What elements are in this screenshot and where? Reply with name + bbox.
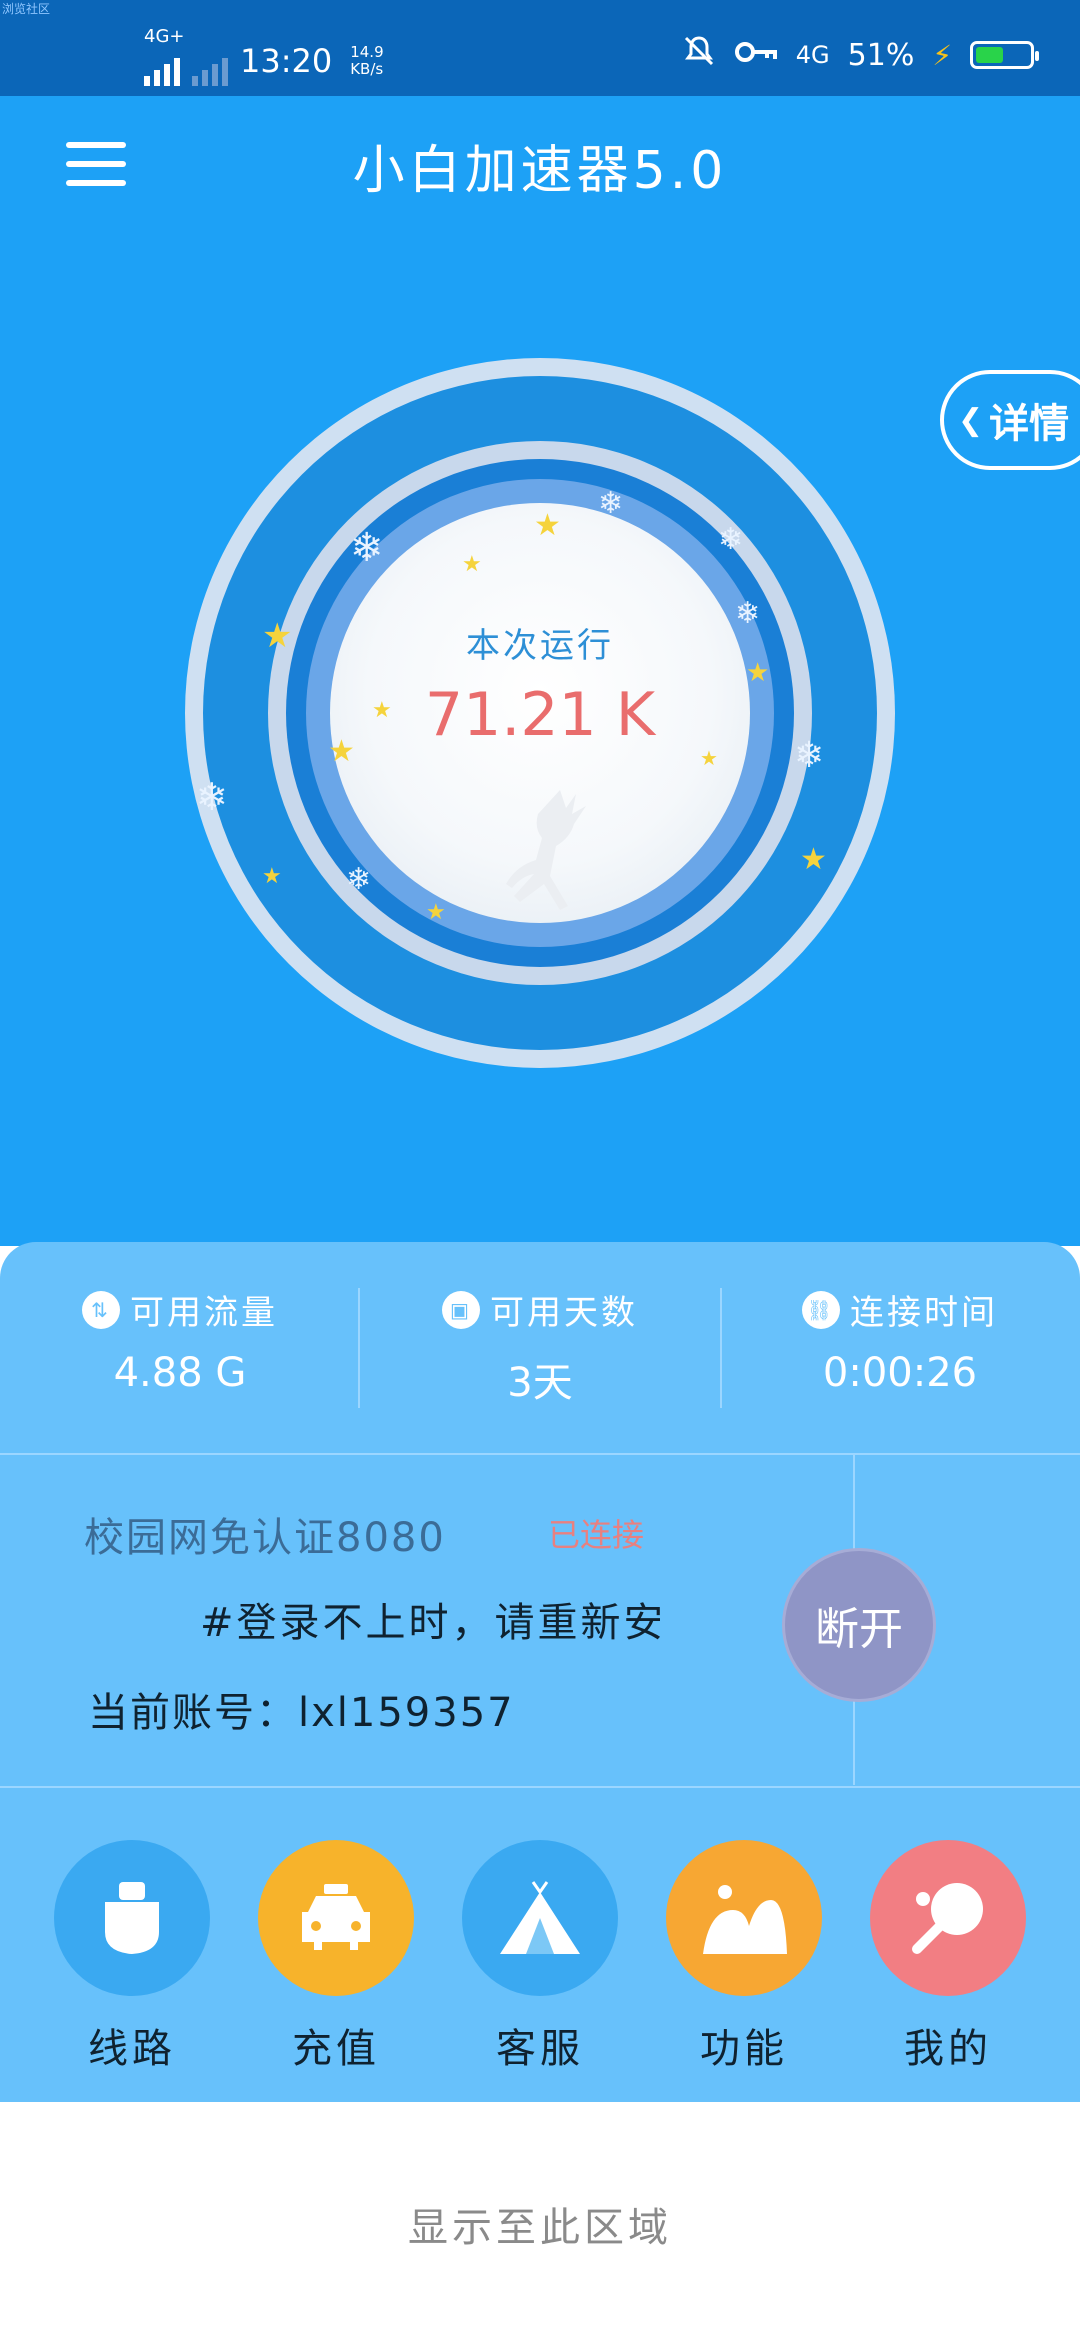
account-label: 当前账号： (88, 1690, 298, 1736)
mountain-icon (666, 1840, 822, 1996)
snowflake-icon: ❄ (350, 525, 384, 571)
network-speed: 14.9 KB/s (350, 43, 384, 78)
stat-traffic: ⇅ 可用流量 4.88 G (0, 1285, 360, 1396)
status-tag: 浏览社区 (2, 2, 51, 16)
nav-profile-label: 我的 (904, 2026, 992, 2072)
snowflake-icon: ❄ (196, 775, 228, 819)
signal-2-icon (192, 54, 228, 86)
detail-button[interactable]: ❮ 详情 (940, 370, 1080, 470)
ping-pong-icon (870, 1840, 1026, 1996)
server-name: 校园网免认证8080 (84, 1515, 446, 1561)
nav-recharge[interactable]: 充值 (256, 1840, 416, 2074)
status-left: 4G+ 13:20 14.9 KB/s (144, 26, 384, 86)
signal-icon: 4G+ (144, 26, 184, 86)
nav-features-label: 功能 (700, 2026, 788, 2072)
mute-icon (682, 34, 716, 76)
nav-routes-label: 线路 (88, 2026, 176, 2072)
nav-recharge-label: 充值 (292, 2026, 380, 2072)
star-icon: ★ (534, 508, 561, 543)
gauge-label: 本次运行 (466, 626, 614, 666)
star-icon: ★ (462, 552, 482, 577)
gauge-value: 71.21 K (424, 680, 656, 750)
status-time: 13:20 (240, 42, 333, 80)
stat-time-value: 0:00:26 (822, 1350, 978, 1396)
battery-icon (970, 41, 1039, 69)
account-info: 当前账号：lxl159357 (88, 1680, 515, 1738)
snowflake-icon: ❄ (346, 862, 372, 897)
snowflake-icon: ❄ (598, 486, 624, 521)
stat-days: ▣ 可用天数 3天 (360, 1285, 720, 1408)
tent-icon (462, 1840, 618, 1996)
footer-text: 显示至此区域 (408, 2205, 672, 2251)
star-icon: ★ (426, 900, 446, 925)
reindeer-icon (506, 790, 586, 910)
network-label: 4G+ (144, 26, 185, 47)
traffic-icon: ⇅ (82, 1290, 120, 1329)
taxi-icon (258, 1840, 414, 1996)
nav-profile[interactable]: 我的 (868, 1840, 1028, 2074)
snowflake-icon: ❄ (718, 522, 744, 557)
stat-traffic-value: 4.88 G (113, 1350, 247, 1396)
network-4g-label: 4G (795, 41, 830, 69)
account-value: lxl159357 (298, 1690, 515, 1736)
nav-routes[interactable]: 线路 (52, 1840, 212, 2074)
app-title: 小白加速器5.0 (352, 141, 728, 201)
link-icon: ⛓ (802, 1290, 840, 1329)
charging-icon: ⚡ (932, 38, 952, 72)
stat-time: ⛓ 连接时间 0:00:26 (720, 1285, 1080, 1396)
status-bar: 浏览社区 4G+ 13:20 14.9 KB/s 4G 51% ⚡ (0, 0, 1080, 96)
stat-days-value: 3天 (507, 1360, 573, 1406)
calendar-icon: ▣ (442, 1290, 480, 1329)
divider (0, 1453, 1080, 1455)
divider (0, 1786, 1080, 1788)
nav-features[interactable]: 功能 (664, 1840, 824, 2074)
star-icon: ★ (262, 864, 282, 889)
disconnect-button[interactable]: 断开 (782, 1548, 936, 1702)
nav-support-label: 客服 (496, 2026, 584, 2072)
nav-support[interactable]: 客服 (460, 1840, 620, 2074)
star-icon: ★ (800, 842, 827, 877)
ship-icon (54, 1840, 210, 1996)
status-right: 4G 51% ⚡ (682, 34, 1039, 76)
notice-marquee: #登录不上时，请重新安 (200, 1600, 660, 1646)
connection-status: 已连接 (548, 1516, 645, 1554)
key-icon (734, 38, 778, 73)
battery-percent: 51% (847, 37, 915, 73)
